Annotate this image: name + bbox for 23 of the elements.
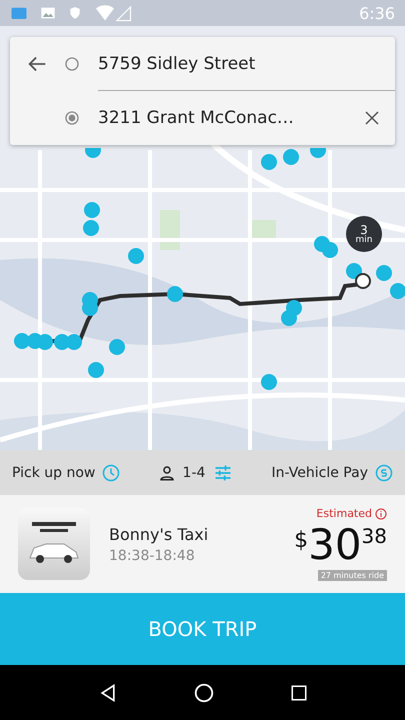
info-icon bbox=[375, 508, 387, 520]
dropoff-radio-icon bbox=[64, 110, 80, 126]
payment-button[interactable]: In-Vehicle Pay bbox=[272, 464, 393, 482]
wifi-icon bbox=[94, 4, 134, 22]
estimated-label: Estimated bbox=[316, 507, 372, 520]
passengers-button[interactable]: 1-4 bbox=[158, 462, 234, 482]
home-circle-icon bbox=[192, 682, 214, 704]
pickup-window: 18:38-18:48 bbox=[109, 548, 208, 564]
pickup-time-button[interactable]: Pick up now bbox=[12, 464, 120, 482]
dropoff-field[interactable]: 3211 Grant McConac… bbox=[98, 91, 349, 145]
shield-icon bbox=[68, 6, 82, 20]
recents-square-icon bbox=[290, 684, 308, 702]
ride-duration: 27 minutes ride bbox=[318, 570, 387, 581]
pickup-field[interactable]: 5759 Sidley Street bbox=[98, 37, 395, 91]
dollar-icon bbox=[374, 464, 393, 482]
image-icon bbox=[40, 5, 56, 21]
status-time: 6:36 bbox=[359, 4, 395, 22]
clock-icon bbox=[102, 464, 120, 482]
person-icon bbox=[158, 464, 176, 482]
pickup-circle-icon bbox=[64, 56, 80, 72]
taxi-logo bbox=[18, 508, 90, 580]
company-name: Bonny's Taxi bbox=[109, 524, 208, 544]
close-icon bbox=[363, 109, 381, 127]
